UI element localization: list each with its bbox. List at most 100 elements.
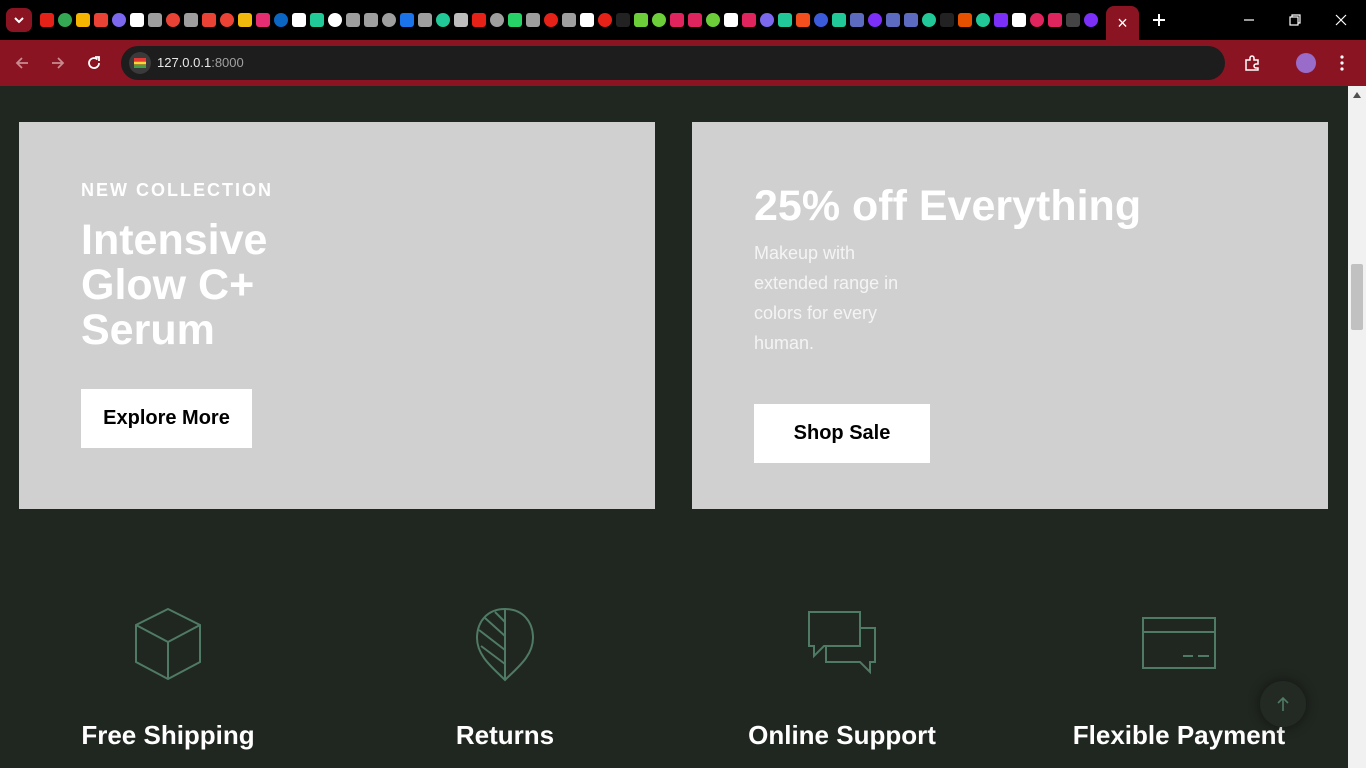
site-favicon-icon — [148, 13, 162, 27]
site-favicon-icon — [526, 13, 540, 27]
pinned-tab[interactable] — [542, 11, 560, 29]
restore-button[interactable] — [1272, 0, 1318, 40]
site-favicon-icon — [994, 13, 1008, 27]
pinned-tab[interactable] — [722, 11, 740, 29]
pinned-tab[interactable] — [848, 11, 866, 29]
reload-button[interactable] — [82, 51, 106, 75]
pinned-tab[interactable] — [56, 11, 74, 29]
site-favicon-icon — [400, 13, 414, 27]
forward-button[interactable] — [46, 51, 70, 75]
pinned-tab[interactable] — [200, 11, 218, 29]
pinned-tab[interactable] — [254, 11, 272, 29]
pinned-tab[interactable] — [164, 11, 182, 29]
pinned-tab[interactable] — [488, 11, 506, 29]
new-tab-button[interactable] — [1148, 9, 1170, 31]
pinned-tab[interactable] — [902, 11, 920, 29]
pinned-tab[interactable] — [758, 11, 776, 29]
extensions-button[interactable] — [1240, 51, 1264, 75]
pinned-tab[interactable] — [398, 11, 416, 29]
pinned-tab[interactable] — [236, 11, 254, 29]
pinned-tab[interactable] — [560, 11, 578, 29]
pinned-tab[interactable] — [380, 11, 398, 29]
site-logo-icon — [134, 58, 146, 68]
scroll-up-arrow[interactable] — [1348, 88, 1366, 102]
pinned-tab[interactable] — [308, 11, 326, 29]
pinned-tab[interactable] — [74, 11, 92, 29]
pinned-tab[interactable] — [290, 11, 308, 29]
browser-menu-button[interactable] — [1330, 51, 1354, 75]
feature-online-support: Online Support — [692, 606, 992, 766]
pinned-tab[interactable] — [704, 11, 722, 29]
profile-avatar[interactable] — [1294, 51, 1318, 75]
feature-label: Online Support — [748, 720, 936, 750]
pinned-tab[interactable] — [146, 11, 164, 29]
pinned-tab[interactable] — [776, 11, 794, 29]
pinned-tab[interactable] — [740, 11, 758, 29]
reload-icon — [88, 56, 100, 69]
pinned-tab[interactable] — [524, 11, 542, 29]
minimize-icon — [1244, 19, 1254, 21]
pinned-tab[interactable] — [884, 11, 902, 29]
pinned-tab[interactable] — [452, 11, 470, 29]
address-bar[interactable]: 127.0.0.1:8000 — [121, 46, 1225, 80]
pinned-tab[interactable] — [920, 11, 938, 29]
pinned-tab[interactable] — [1046, 11, 1064, 29]
explore-more-button[interactable]: Explore More — [81, 389, 252, 448]
pinned-tab[interactable] — [110, 11, 128, 29]
feature-label: Returns — [455, 720, 555, 750]
pinned-tab[interactable] — [578, 11, 596, 29]
tab-search-button[interactable] — [6, 8, 32, 32]
pinned-tab[interactable] — [344, 11, 362, 29]
site-favicon-icon — [238, 13, 252, 27]
site-favicon-icon — [76, 13, 90, 27]
site-favicon-icon — [112, 13, 126, 27]
pinned-tab[interactable] — [416, 11, 434, 29]
site-favicon-icon — [634, 13, 648, 27]
pinned-tab[interactable] — [812, 11, 830, 29]
pinned-tab[interactable] — [668, 11, 686, 29]
pinned-tab[interactable] — [326, 11, 344, 29]
pinned-tab[interactable] — [830, 11, 848, 29]
pinned-tab[interactable] — [992, 11, 1010, 29]
back-to-top-button[interactable] — [1260, 681, 1306, 727]
pinned-tab[interactable] — [92, 11, 110, 29]
leaf-icon — [475, 607, 535, 682]
pinned-tab[interactable] — [434, 11, 452, 29]
pinned-tab[interactable] — [632, 11, 650, 29]
close-window-button[interactable] — [1318, 0, 1364, 40]
site-favicon-icon — [868, 13, 882, 27]
chevron-down-icon — [14, 17, 24, 24]
pinned-tab[interactable] — [596, 11, 614, 29]
site-info-icon[interactable] — [129, 52, 151, 74]
pinned-tab[interactable] — [866, 11, 884, 29]
pinned-tab[interactable] — [128, 11, 146, 29]
pinned-tab[interactable] — [272, 11, 290, 29]
feature-returns: Returns — [355, 606, 655, 766]
pinned-tab[interactable] — [1064, 11, 1082, 29]
pinned-tab[interactable] — [686, 11, 704, 29]
page-scrollbar[interactable] — [1348, 86, 1366, 768]
pinned-tab[interactable] — [1082, 11, 1100, 29]
pinned-tab[interactable] — [470, 11, 488, 29]
pinned-tab[interactable] — [794, 11, 812, 29]
pinned-tab[interactable] — [218, 11, 236, 29]
pinned-tab[interactable] — [506, 11, 524, 29]
pinned-tab[interactable] — [650, 11, 668, 29]
shop-sale-button[interactable]: Shop Sale — [754, 404, 930, 463]
site-favicon-icon — [418, 13, 432, 27]
pinned-tab[interactable] — [938, 11, 956, 29]
pinned-tab[interactable] — [956, 11, 974, 29]
pinned-tab[interactable] — [614, 11, 632, 29]
pinned-tab[interactable] — [1028, 11, 1046, 29]
back-button[interactable] — [10, 51, 34, 75]
pinned-tab[interactable] — [38, 11, 56, 29]
pinned-tab[interactable] — [362, 11, 380, 29]
minimize-button[interactable] — [1226, 0, 1272, 40]
scroll-thumb[interactable] — [1351, 264, 1363, 330]
pinned-tab[interactable] — [182, 11, 200, 29]
pinned-tab[interactable] — [1010, 11, 1028, 29]
pinned-tab[interactable] — [974, 11, 992, 29]
active-tab[interactable]: × — [1106, 6, 1139, 40]
box-icon — [135, 607, 201, 681]
close-tab-icon[interactable]: × — [1117, 14, 1128, 32]
